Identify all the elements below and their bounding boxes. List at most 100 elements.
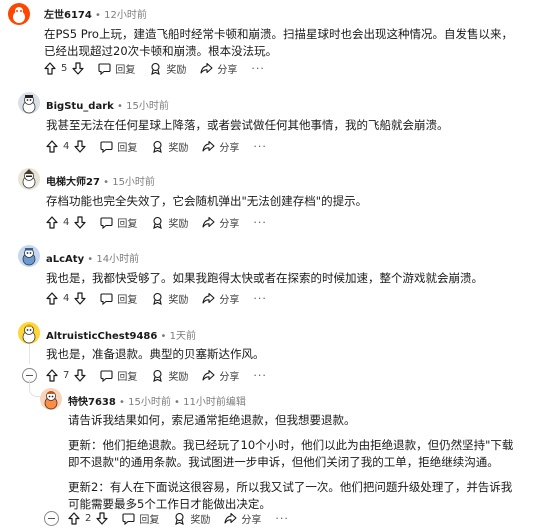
comment-body: 我甚至无法在任何星球上降落，或者尝试做任何其他事情，我的飞船就会崩溃。 [46, 118, 449, 132]
reply-label: 回复 [117, 218, 138, 230]
downvote-icon[interactable] [74, 215, 86, 229]
minus-icon [26, 375, 33, 376]
comment-header: 电梯大师27 • 15小时前 [46, 173, 155, 188]
award-label: 奖励 [168, 218, 189, 230]
timestamp[interactable]: 12小时前 [104, 10, 147, 21]
comment-body: 我也是，我都快受够了。如果我跑得太快或者在探索的时候加速，整个游戏就会崩溃。 [46, 271, 483, 285]
reply-button[interactable]: 回复 [100, 215, 137, 230]
edited-label: 11小时前编辑 [183, 397, 246, 408]
username[interactable]: 特快7638 [68, 397, 116, 408]
award-icon [153, 369, 163, 382]
award-label: 奖励 [168, 142, 189, 154]
comment-body: 请告诉我结果如何，索尼通常拒绝退款，但我想要退款。 [68, 413, 356, 427]
more-options-button[interactable]: ··· [275, 512, 289, 525]
username[interactable]: aLcAty [46, 254, 84, 265]
downvote-icon[interactable] [74, 291, 86, 305]
comment-body: 在PS5 Pro上玩，建造飞船时经常卡顿和崩溃。扫描星球时也会出现这种情况。自发… [44, 27, 513, 58]
timestamp[interactable]: 15小时前 [126, 101, 169, 112]
more-options-button[interactable]: ··· [253, 369, 267, 382]
separator: • [119, 397, 125, 408]
comment: BigStu_dark • 15小时前 我甚至无法在任何星球上降落，或者尝试做任… [0, 90, 540, 160]
avatar[interactable] [18, 322, 40, 344]
comment-bubble-icon [100, 140, 113, 153]
share-icon [202, 216, 215, 228]
upvote-icon[interactable] [68, 511, 80, 525]
award-button[interactable]: 奖励 [149, 61, 186, 76]
vote-count: 4 [63, 140, 70, 152]
more-options-button[interactable]: ··· [251, 62, 265, 75]
share-icon [224, 512, 237, 524]
share-button[interactable]: 分享 [202, 215, 239, 230]
reply-button[interactable]: 回复 [100, 368, 137, 383]
reply-label: 回复 [139, 514, 160, 526]
reply-button[interactable]: 回复 [122, 511, 159, 526]
separator: • [117, 101, 123, 112]
reply-button[interactable]: 回复 [100, 291, 137, 306]
more-options-button[interactable]: ··· [253, 216, 267, 229]
upvote-icon[interactable] [44, 61, 56, 75]
downvote-icon[interactable] [72, 61, 84, 75]
avatar[interactable] [18, 245, 40, 267]
reply-button[interactable]: 回复 [100, 139, 137, 154]
share-button[interactable]: 分享 [224, 511, 261, 526]
vote-group: 5 [44, 61, 84, 75]
upvote-icon[interactable] [46, 215, 58, 229]
username[interactable]: 左世6174 [44, 10, 92, 21]
award-icon [153, 216, 163, 229]
avatar[interactable] [40, 388, 62, 410]
reply-label: 回复 [117, 142, 138, 154]
more-options-button[interactable]: ··· [253, 292, 267, 305]
reply-button[interactable]: 回复 [98, 61, 135, 76]
upvote-icon[interactable] [46, 139, 58, 153]
downvote-icon[interactable] [74, 139, 86, 153]
reply-label: 回复 [117, 294, 138, 306]
share-button[interactable]: 分享 [202, 291, 239, 306]
share-button[interactable]: 分享 [202, 368, 239, 383]
more-options-button[interactable]: ··· [253, 140, 267, 153]
share-label: 分享 [219, 218, 240, 230]
award-icon [153, 140, 163, 153]
collapse-thread-button[interactable] [44, 511, 59, 526]
share-button[interactable]: 分享 [202, 139, 239, 154]
award-icon [151, 62, 161, 75]
award-button[interactable]: 奖励 [151, 139, 188, 154]
award-button[interactable]: 奖励 [151, 215, 188, 230]
comment-actions: 7 回复 奖励 分享 ··· [46, 365, 281, 385]
separator: • [87, 254, 94, 265]
award-label: 奖励 [168, 371, 189, 383]
downvote-icon[interactable] [96, 511, 108, 525]
award-button[interactable]: 奖励 [151, 291, 188, 306]
comment-header: AltruisticChest9486 • 1天前 [46, 327, 196, 342]
separator: • [160, 331, 167, 342]
comment-bubble-icon [100, 369, 113, 382]
comment-bubble-icon [122, 512, 135, 525]
upvote-icon[interactable] [46, 291, 58, 305]
username[interactable]: AltruisticChest9486 [46, 331, 157, 342]
award-button[interactable]: 奖励 [151, 368, 188, 383]
avatar[interactable] [18, 92, 40, 114]
comment-bubble-icon [100, 292, 113, 305]
comment-actions: 4 回复 奖励 分享 ··· [46, 288, 281, 308]
vote-group: 4 [46, 291, 86, 305]
vote-count: 4 [63, 216, 70, 228]
avatar[interactable] [18, 168, 40, 190]
share-button[interactable]: 分享 [200, 61, 237, 76]
share-label: 分享 [219, 294, 240, 306]
comment-body-update: 更新：他们拒绝退款。我已经玩了10个小时，他们以此为由拒绝退款，但仍然坚持"下载… [68, 438, 514, 469]
award-label: 奖励 [166, 64, 187, 76]
award-button[interactable]: 奖励 [173, 511, 210, 526]
upvote-icon[interactable] [46, 368, 58, 382]
timestamp[interactable]: 14小时前 [96, 254, 139, 265]
award-icon [153, 292, 163, 305]
comment-actions: 5 回复 奖励 分享 ··· [44, 58, 279, 78]
downvote-icon[interactable] [74, 368, 86, 382]
award-label: 奖励 [168, 294, 189, 306]
timestamp[interactable]: 15小时前 [128, 397, 171, 408]
avatar[interactable] [8, 3, 30, 25]
comment-actions: 4 回复 奖励 分享 ··· [46, 136, 281, 156]
username[interactable]: 电梯大师27 [46, 177, 100, 188]
timestamp[interactable]: 15小时前 [112, 177, 155, 188]
minus-icon [48, 518, 55, 519]
username[interactable]: BigStu_dark [46, 101, 114, 112]
timestamp[interactable]: 1天前 [170, 331, 196, 342]
